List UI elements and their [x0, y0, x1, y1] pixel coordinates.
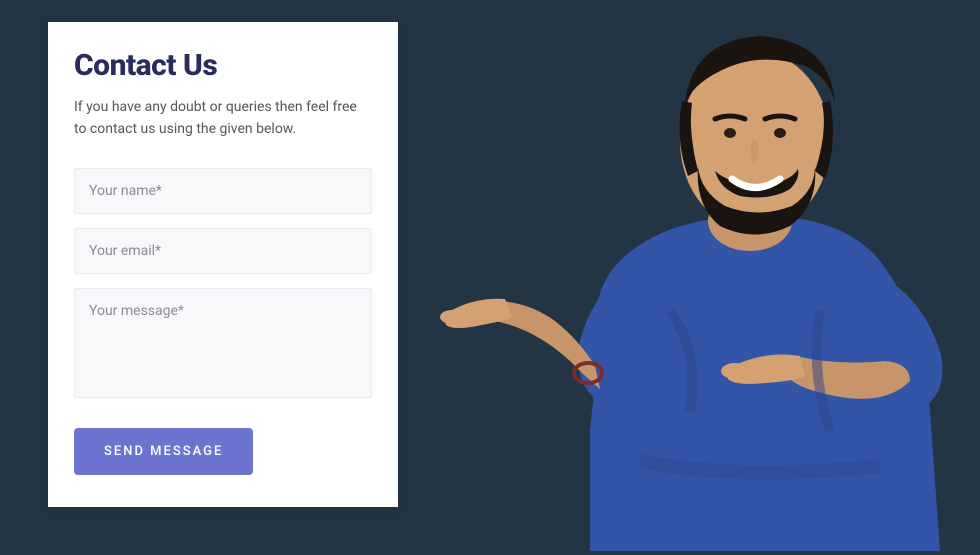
email-input[interactable]	[74, 228, 372, 274]
send-message-button[interactable]: SEND MESSAGE	[74, 428, 253, 475]
message-textarea[interactable]	[74, 288, 372, 398]
card-title: Contact Us	[74, 48, 372, 83]
person-pointing-illustration	[440, 11, 980, 551]
contact-card: Contact Us If you have any doubt or quer…	[48, 22, 398, 507]
card-subtitle: If you have any doubt or queries then fe…	[74, 97, 372, 140]
name-input[interactable]	[74, 168, 372, 214]
